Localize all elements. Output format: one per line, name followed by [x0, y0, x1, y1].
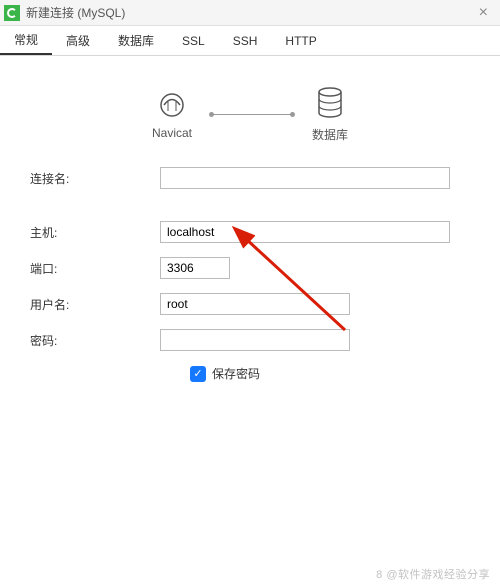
conn-name-label: 连接名:: [30, 170, 160, 187]
app-icon: [4, 5, 20, 21]
tab-ssh[interactable]: SSH: [219, 26, 272, 55]
tab-label: HTTP: [285, 34, 316, 48]
connection-form: 连接名: 主机: 端口: 用户名: 密码: ✓ 保存密码: [0, 167, 500, 382]
save-pass-checkbox[interactable]: ✓: [190, 366, 206, 382]
save-pass-label: 保存密码: [212, 365, 260, 382]
connection-diagram: Navicat 数据库: [0, 86, 500, 143]
tab-advanced[interactable]: 高级: [52, 26, 104, 55]
row-host: 主机:: [30, 221, 470, 243]
tab-label: SSL: [182, 34, 205, 48]
tab-ssl[interactable]: SSL: [168, 26, 219, 55]
port-label: 端口:: [30, 260, 160, 277]
tab-label: SSH: [233, 34, 258, 48]
tab-label: 高级: [66, 32, 90, 49]
navicat-label: Navicat: [152, 126, 192, 140]
row-conn-name: 连接名:: [30, 167, 470, 189]
database-node: 数据库: [312, 86, 348, 143]
navicat-icon: [154, 90, 190, 120]
tab-database[interactable]: 数据库: [104, 26, 168, 55]
user-label: 用户名:: [30, 296, 160, 313]
row-save-pass: ✓ 保存密码: [190, 365, 470, 382]
row-user: 用户名:: [30, 293, 470, 315]
tab-label: 常规: [14, 31, 38, 48]
watermark: 8 @软件游戏经验分享: [376, 566, 490, 582]
user-input[interactable]: [160, 293, 350, 315]
window-title: 新建连接 (MySQL): [26, 4, 475, 21]
pass-label: 密码:: [30, 332, 160, 349]
tabs: 常规 高级 数据库 SSL SSH HTTP: [0, 26, 500, 56]
database-icon: [315, 86, 345, 120]
titlebar: 新建连接 (MySQL) ×: [0, 0, 500, 26]
port-input[interactable]: [160, 257, 230, 279]
database-label: 数据库: [312, 126, 348, 143]
tab-label: 数据库: [118, 32, 154, 49]
connection-line-icon: [212, 114, 292, 115]
close-icon[interactable]: ×: [475, 4, 492, 22]
pass-input[interactable]: [160, 329, 350, 351]
row-pass: 密码:: [30, 329, 470, 351]
tab-http[interactable]: HTTP: [271, 26, 330, 55]
navicat-node: Navicat: [152, 90, 192, 140]
row-port: 端口:: [30, 257, 470, 279]
host-label: 主机:: [30, 224, 160, 241]
conn-name-input[interactable]: [160, 167, 450, 189]
host-input[interactable]: [160, 221, 450, 243]
tab-general[interactable]: 常规: [0, 26, 52, 55]
